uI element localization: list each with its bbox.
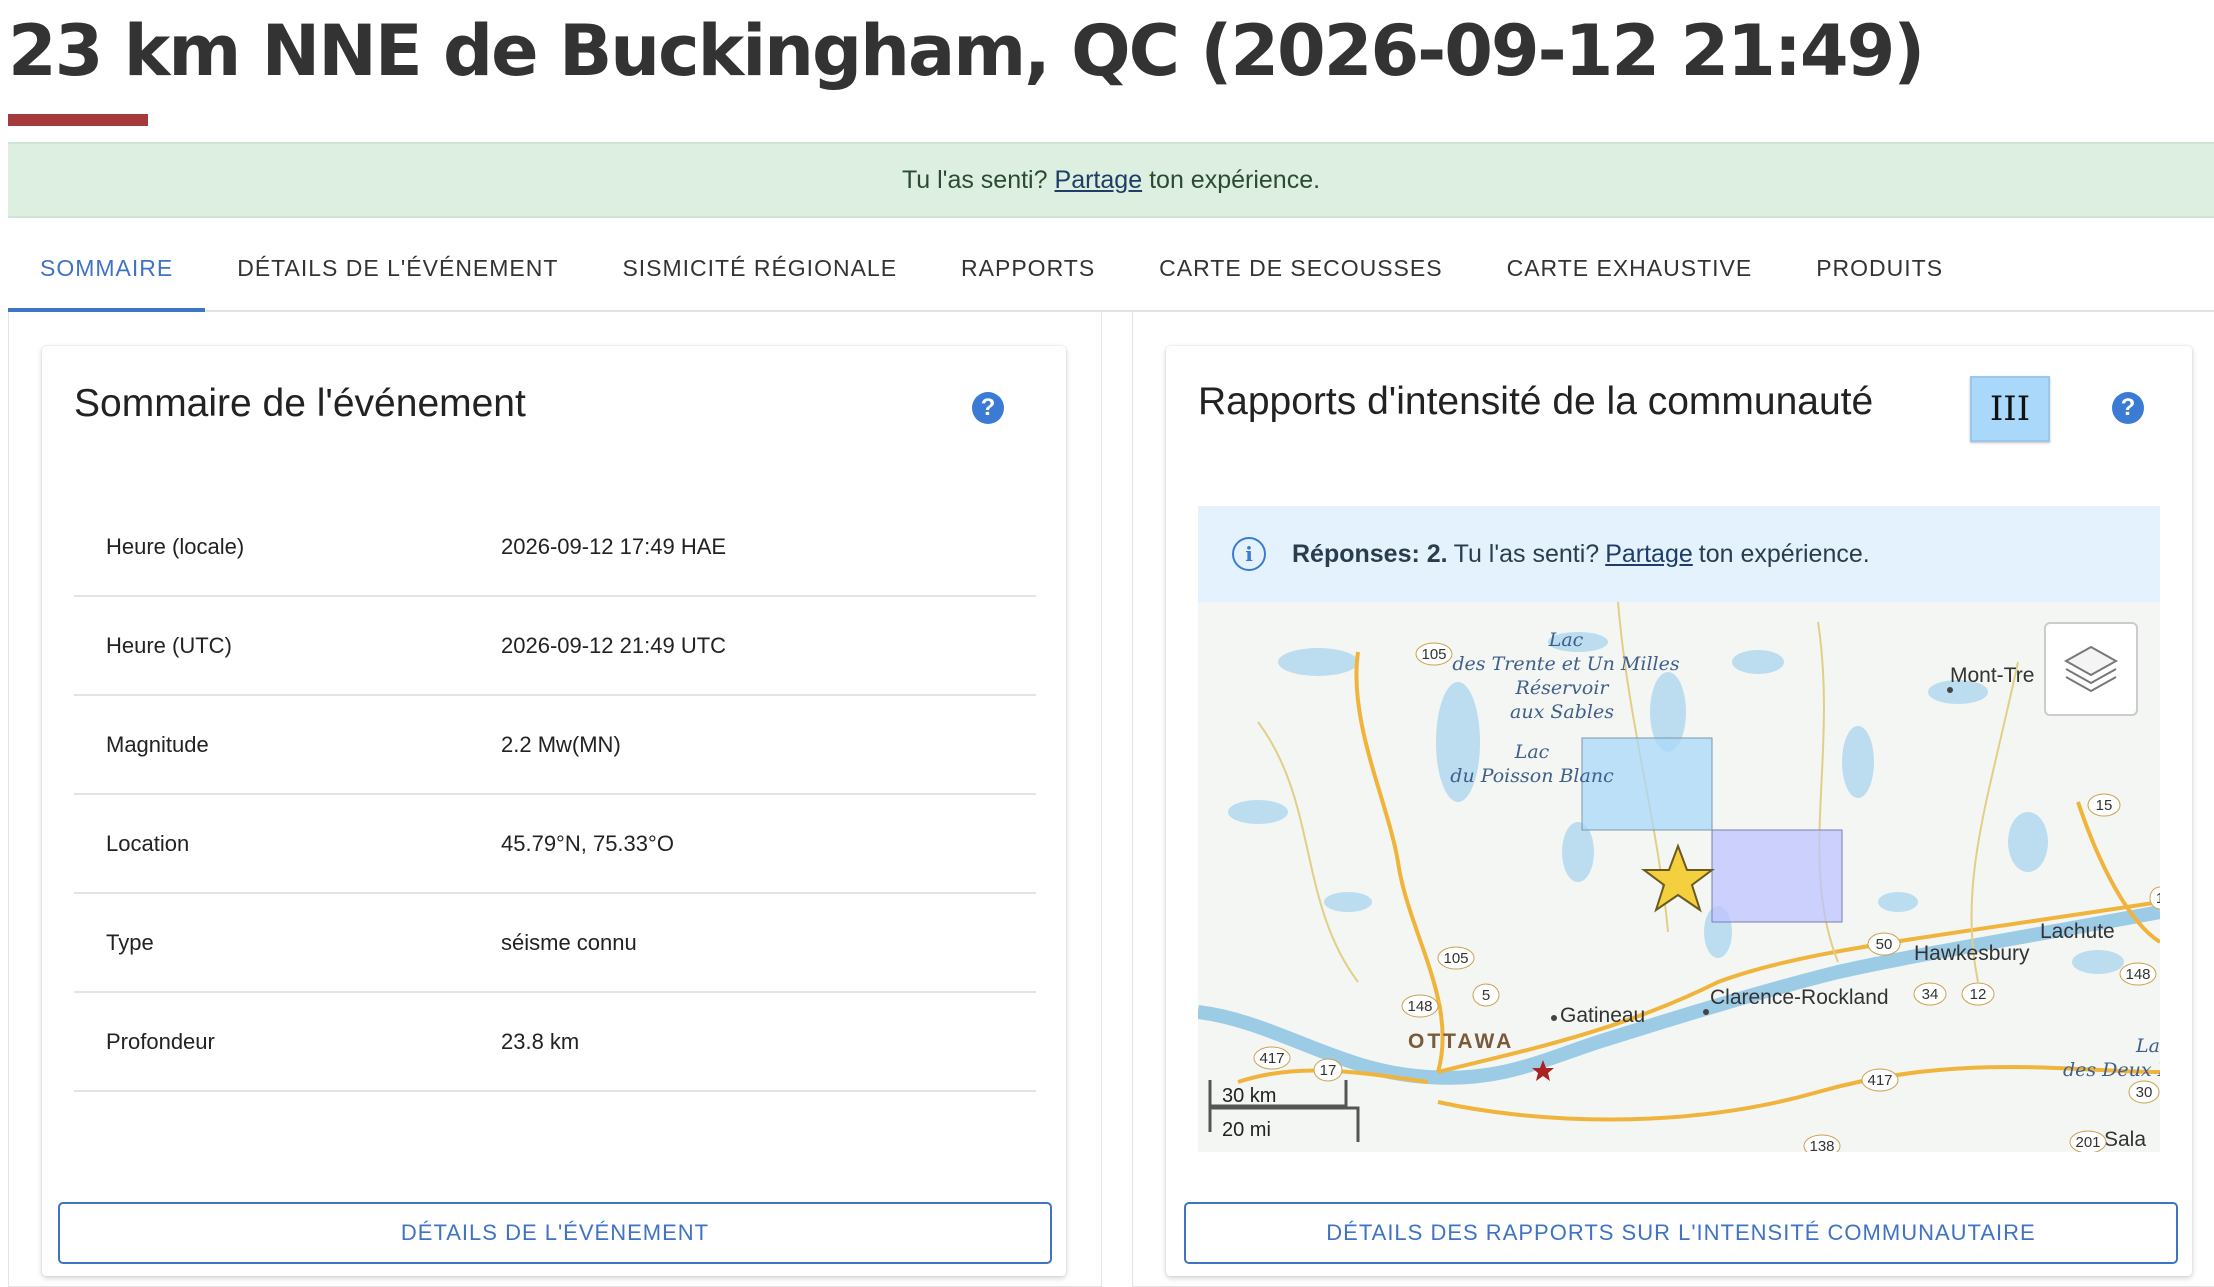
summary-table: Heure (locale) 2026-09-12 17:49 HAE Heur… — [74, 498, 1036, 1092]
svg-text:201: 201 — [2075, 1134, 2100, 1151]
row-value: 45.79°N, 75.33°O — [501, 830, 674, 856]
info-icon: i — [1232, 537, 1266, 571]
event-summary-card: Sommaire de l'événement ? Heure (locale)… — [42, 346, 1066, 1276]
svg-text:417: 417 — [1867, 1072, 1892, 1089]
svg-text:50: 50 — [1876, 936, 1893, 953]
svg-text:138: 138 — [1809, 1138, 1834, 1152]
responses-info-box: i Réponses: 2. Tu l'as senti? Partage to… — [1198, 506, 2160, 602]
svg-text:34: 34 — [1922, 986, 1939, 1003]
intensity-badge: III — [1970, 376, 2050, 442]
community-intensity-details-button[interactable]: DÉTAILS DES RAPPORTS SUR L'INTENSITÉ COM… — [1184, 1202, 2178, 1264]
map-label: Sala — [2104, 1128, 2146, 1151]
share-link[interactable]: Partage — [1605, 540, 1693, 569]
map-label: Hawkesbury — [1914, 942, 2030, 965]
svg-text:105: 105 — [1421, 646, 1446, 663]
layers-button[interactable] — [2044, 622, 2138, 716]
svg-text:30: 30 — [2136, 1084, 2153, 1101]
map-label: Mont-Tre — [1950, 664, 2034, 687]
table-row: Type séisme connu — [74, 894, 1036, 993]
intensity-map[interactable]: Lac des Trente et Un Milles Réservoir au… — [1198, 602, 2160, 1152]
tab-reports[interactable]: RAPPORTS — [929, 226, 1127, 310]
responses-count: Réponses: 2. — [1292, 539, 1448, 568]
map-label: Réservoir — [1515, 677, 1611, 699]
svg-text:15: 15 — [2096, 797, 2113, 814]
table-row: Heure (UTC) 2026-09-12 21:49 UTC — [74, 597, 1036, 696]
map-canvas[interactable]: Lac des Trente et Un Milles Réservoir au… — [1198, 602, 2160, 1152]
row-value: 2026-09-12 17:49 HAE — [501, 533, 727, 559]
tab-bar: SOMMAIRE DÉTAILS DE L'ÉVÉNEMENT SISMICIT… — [8, 226, 2214, 312]
svg-text:417: 417 — [1259, 1050, 1284, 1067]
table-row: Location 45.79°N, 75.33°O — [74, 795, 1036, 894]
map-label: aux Sables — [1510, 701, 1614, 723]
city-dot — [1703, 1009, 1709, 1015]
scale-km: 30 km — [1222, 1085, 1276, 1107]
row-value: 23.8 km — [501, 1028, 580, 1054]
svg-text:17: 17 — [1320, 1062, 1337, 1079]
row-label: Heure (locale) — [106, 533, 245, 559]
event-details-button[interactable]: DÉTAILS DE L'ÉVÉNEMENT — [58, 1202, 1052, 1264]
scale-mi: 20 mi — [1222, 1119, 1271, 1141]
responses-prefix: Tu l'as senti? — [1453, 539, 1600, 568]
summary-card-title: Sommaire de l'événement — [74, 382, 526, 425]
map-label: Clarence-Rockland — [1710, 986, 1889, 1009]
map-label: La — [2135, 1035, 2160, 1057]
table-row: Heure (locale) 2026-09-12 17:49 HAE — [74, 498, 1036, 597]
row-label: Location — [106, 830, 190, 856]
layers-icon — [2063, 645, 2119, 693]
svg-text:1: 1 — [2156, 890, 2160, 907]
dyfi-card-title: Rapports d'intensité de la communauté — [1198, 380, 1874, 423]
help-icon[interactable]: ? — [972, 392, 1004, 424]
svg-text:105: 105 — [1443, 950, 1468, 967]
help-icon[interactable]: ? — [2112, 392, 2144, 424]
page-title: 23 km NNE de Buckingham, QC (2026-09-12 … — [8, 10, 1925, 92]
map-label: Gatineau — [1560, 1004, 1645, 1027]
tab-sommaire[interactable]: SOMMAIRE — [8, 226, 206, 312]
title-underline — [8, 114, 148, 126]
map-label: Lac — [1548, 629, 1584, 651]
svg-text:148: 148 — [1407, 998, 1432, 1015]
intensity-cell-iii[interactable] — [1711, 829, 1843, 923]
row-label: Heure (UTC) — [106, 632, 232, 658]
map-label: OTTAWA — [1408, 1030, 1514, 1053]
row-label: Profondeur — [106, 1028, 215, 1054]
city-dot — [1551, 1015, 1557, 1021]
tab-event-details[interactable]: DÉTAILS DE L'ÉVÉNEMENT — [205, 226, 590, 310]
svg-text:148: 148 — [2125, 966, 2150, 983]
row-label: Magnitude — [106, 731, 209, 757]
felt-banner-suffix: ton expérience. — [1149, 165, 1321, 194]
map-label: du Poisson Blanc — [1450, 765, 1614, 787]
map-label: des Deux M — [2063, 1059, 2160, 1081]
felt-banner-prefix: Tu l'as senti? — [901, 165, 1048, 194]
community-intensity-card: Rapports d'intensité de la communauté II… — [1166, 346, 2192, 1276]
tab-shakemap[interactable]: CARTE DE SECOUSSES — [1127, 226, 1474, 310]
tab-products[interactable]: PRODUITS — [1784, 226, 1975, 310]
row-label: Type — [106, 929, 154, 955]
table-row: Profondeur 23.8 km — [74, 993, 1036, 1092]
city-dot — [1947, 687, 1953, 693]
map-label: des Trente et Un Milles — [1452, 653, 1679, 675]
row-value: 2.2 Mw(MN) — [501, 731, 621, 757]
map-label: Lac — [1514, 741, 1550, 763]
row-value: séisme connu — [501, 929, 637, 955]
row-value: 2026-09-12 21:49 UTC — [501, 632, 727, 658]
tab-full-map[interactable]: CARTE EXHAUSTIVE — [1475, 226, 1785, 310]
share-link[interactable]: Partage — [1055, 166, 1143, 195]
svg-text:12: 12 — [1970, 986, 1987, 1003]
map-label: Lachute — [2040, 920, 2115, 943]
responses-suffix: ton expérience. — [1698, 539, 1870, 568]
tab-regional-seismicity[interactable]: SISMICITÉ RÉGIONALE — [590, 226, 929, 310]
felt-banner: Tu l'as senti? Partage ton expérience. — [8, 142, 2214, 218]
table-row: Magnitude 2.2 Mw(MN) — [74, 696, 1036, 795]
svg-text:5: 5 — [1482, 987, 1490, 1004]
